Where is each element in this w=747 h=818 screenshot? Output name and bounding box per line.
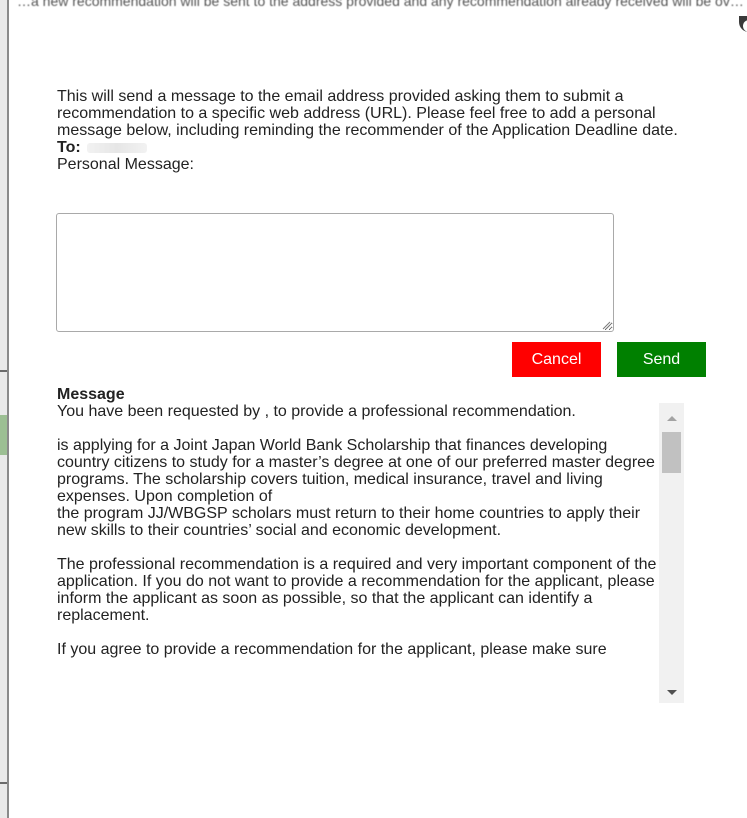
message-paragraph: If you agree to provide a recommendation…	[57, 641, 607, 658]
message-preview[interactable]: You have been requested by , to provide …	[57, 403, 683, 703]
send-button[interactable]: Send	[617, 342, 706, 377]
to-row: To:	[57, 139, 713, 156]
personal-message-label: Personal Message:	[57, 156, 194, 173]
to-recipient-redacted	[86, 142, 147, 153]
cancel-button[interactable]: Cancel	[512, 342, 601, 377]
message-heading: Message	[57, 386, 125, 403]
message-scrollbar[interactable]	[659, 403, 684, 703]
resize-grip-icon[interactable]	[601, 320, 611, 330]
scroll-up-arrow-icon[interactable]	[659, 409, 684, 427]
recommendation-dialog: This will send a message to the email ad…	[9, 12, 747, 818]
message-paragraph: You have been requested by , to provide …	[57, 403, 576, 420]
to-label: To:	[57, 139, 81, 156]
message-body: You have been requested by , to provide …	[57, 403, 657, 675]
background-page-edge	[0, 0, 9, 818]
background-top-text: …a new recommendation will be sent to th…	[9, 0, 747, 12]
personal-message-textarea[interactable]	[56, 213, 614, 332]
message-paragraph: The professional recommendation is a req…	[57, 556, 657, 624]
close-icon[interactable]	[739, 16, 747, 32]
message-paragraph: is applying for a Joint Japan World Bank…	[57, 437, 655, 539]
scroll-thumb[interactable]	[662, 432, 681, 473]
page: …a new recommendation will be sent to th…	[0, 0, 747, 818]
intro-text: This will send a message to the email ad…	[57, 88, 678, 139]
scroll-down-arrow-icon[interactable]	[659, 685, 684, 703]
dialog-content: This will send a message to the email ad…	[57, 88, 713, 173]
